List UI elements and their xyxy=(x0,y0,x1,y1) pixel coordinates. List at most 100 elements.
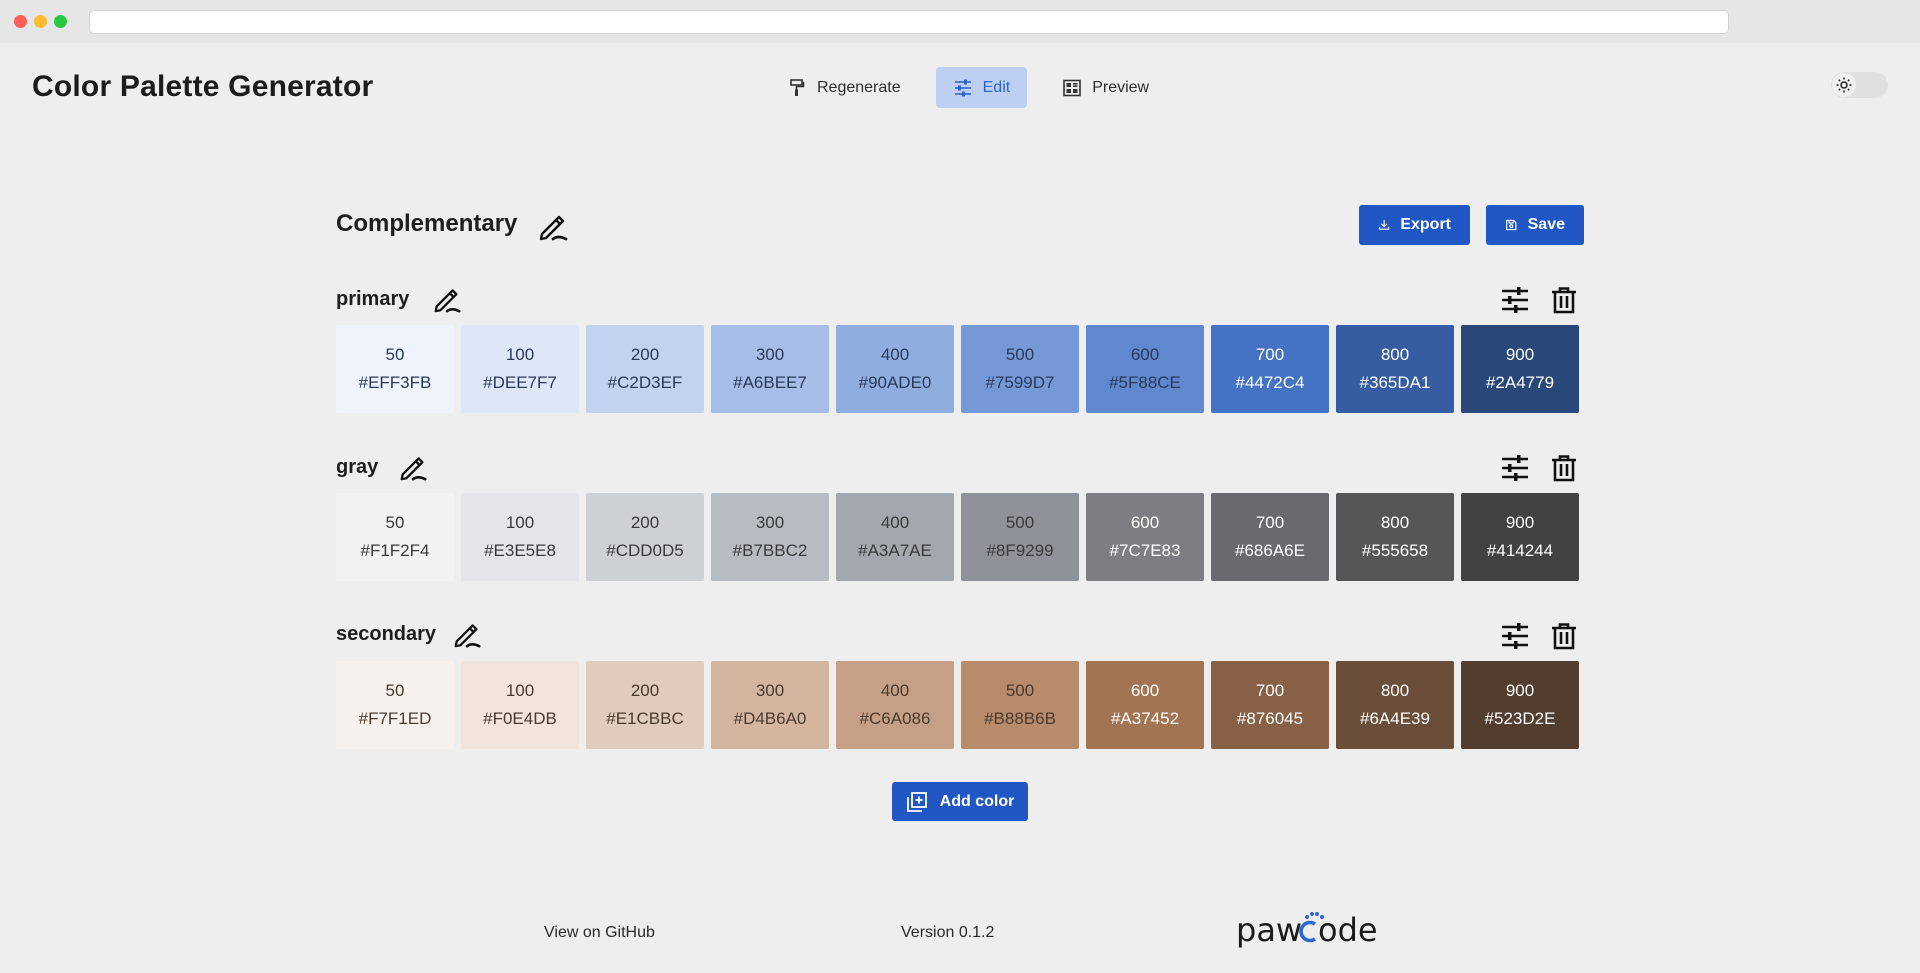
swatch-hex: #B7BBC2 xyxy=(732,541,808,560)
color-swatch[interactable]: 600 #A37452 xyxy=(1086,661,1204,749)
pencil-icon[interactable] xyxy=(397,450,429,482)
preview-label: Preview xyxy=(1092,78,1150,96)
swatch-hex: #876045 xyxy=(1236,709,1304,728)
swatch-hex: #523D2E xyxy=(1484,709,1556,728)
color-swatch[interactable]: 500 #8F9299 xyxy=(961,493,1079,581)
export-button[interactable]: Export xyxy=(1359,205,1470,245)
window-close-button[interactable] xyxy=(14,15,27,28)
color-swatch[interactable]: 800 #555658 xyxy=(1336,493,1454,581)
color-swatch[interactable]: 700 #4472C4 xyxy=(1211,325,1329,413)
main-nav: Regenerate Edit Preview xyxy=(770,67,1166,108)
swatch-hex: #5F88CE xyxy=(1109,373,1181,392)
pawcode-logo: paw ode xyxy=(1236,911,1378,949)
swatch-shade: 100 xyxy=(505,513,535,532)
export-label: Export xyxy=(1400,216,1451,233)
color-swatch[interactable]: 300 #D4B6A0 xyxy=(711,661,829,749)
window-minimize-button[interactable] xyxy=(34,15,47,28)
floppy-disk-icon xyxy=(1506,219,1517,231)
color-swatch[interactable]: 300 #B7BBC2 xyxy=(711,493,829,581)
swatch-hex: #EFF3FB xyxy=(358,373,432,392)
swatch-hex: #A6BEE7 xyxy=(733,373,807,392)
swatch-shade: 800 xyxy=(1380,345,1410,364)
swatch-hex: #F1F2F4 xyxy=(360,541,430,560)
color-swatch[interactable]: 200 #E1CBBC xyxy=(586,661,704,749)
swatch-shade: 100 xyxy=(505,345,535,364)
color-swatch[interactable]: 900 #523D2E xyxy=(1461,661,1579,749)
sliders-icon xyxy=(954,79,971,96)
sun-icon xyxy=(1836,77,1852,93)
pencil-icon[interactable] xyxy=(536,208,570,242)
color-swatch[interactable]: 50 #EFF3FB xyxy=(336,325,454,413)
svg-text:paw: paw xyxy=(1236,911,1302,949)
swatch-row-secondary: 50 #F7F1ED 100 #F0E4DB 200 #E1CBBC 300 #D4B6A0 4… xyxy=(336,661,1584,749)
add-box-icon xyxy=(906,791,927,812)
color-swatch[interactable]: 400 #A3A7AE xyxy=(836,493,954,581)
edit-button[interactable]: Edit xyxy=(935,67,1028,108)
swatch-hex: #B88B6B xyxy=(984,709,1056,728)
download-icon xyxy=(1379,219,1390,230)
color-swatch[interactable]: 200 #C2D3EF xyxy=(586,325,704,413)
color-swatch[interactable]: 400 #C6A086 xyxy=(836,661,954,749)
color-swatch[interactable]: 100 #F0E4DB xyxy=(461,661,579,749)
swatch-shade: 50 xyxy=(385,681,405,700)
color-swatch[interactable]: 700 #686A6E xyxy=(1211,493,1329,581)
color-swatch[interactable]: 100 #E3E5E8 xyxy=(461,493,579,581)
color-swatch[interactable]: 50 #F7F1ED xyxy=(336,661,454,749)
swatch-shade: 500 xyxy=(1005,345,1035,364)
color-swatch[interactable]: 500 #7599D7 xyxy=(961,325,1079,413)
add-color-label: Add color xyxy=(939,792,1015,810)
swatch-hex: #6A4E39 xyxy=(1360,709,1430,728)
github-link[interactable]: View on GitHub xyxy=(544,924,655,942)
swatch-hex: #7C7E83 xyxy=(1109,541,1181,560)
swatch-shade: 900 xyxy=(1505,681,1535,700)
swatch-hex: #D4B6A0 xyxy=(733,709,807,728)
regenerate-button[interactable]: Regenerate xyxy=(770,67,918,108)
color-swatch[interactable]: 100 #DEE7F7 xyxy=(461,325,579,413)
preview-button[interactable]: Preview xyxy=(1045,67,1166,108)
swatch-shade: 400 xyxy=(880,513,910,532)
swatch-hex: #7599D7 xyxy=(985,373,1055,392)
tune-icon[interactable] xyxy=(1500,453,1530,483)
swatch-shade: 800 xyxy=(1380,681,1410,700)
window-maximize-button[interactable] xyxy=(54,15,67,28)
swatch-shade: 700 xyxy=(1255,513,1285,532)
swatch-hex: #C2D3EF xyxy=(607,373,683,392)
color-swatch[interactable]: 600 #7C7E83 xyxy=(1086,493,1204,581)
swatch-hex: #A37452 xyxy=(1110,709,1180,728)
palette-title: Complementary xyxy=(336,210,518,237)
theme-toggle-knob[interactable] xyxy=(1832,73,1856,97)
color-swatch[interactable]: 400 #90ADE0 xyxy=(836,325,954,413)
swatch-shade: 300 xyxy=(755,681,785,700)
save-label: Save xyxy=(1527,216,1565,233)
color-swatch[interactable]: 500 #B88B6B xyxy=(961,661,1079,749)
color-swatch[interactable]: 900 #2A4779 xyxy=(1461,325,1579,413)
color-swatch[interactable]: 600 #5F88CE xyxy=(1086,325,1204,413)
swatch-shade: 500 xyxy=(1005,681,1035,700)
tune-icon[interactable] xyxy=(1500,285,1530,315)
pencil-icon[interactable] xyxy=(431,282,463,314)
color-swatch[interactable]: 800 #6A4E39 xyxy=(1336,661,1454,749)
trash-icon[interactable] xyxy=(1549,453,1579,483)
swatch-shade: 300 xyxy=(755,513,785,532)
trash-icon[interactable] xyxy=(1549,285,1579,315)
color-swatch[interactable]: 200 #CDD0D5 xyxy=(586,493,704,581)
color-swatch[interactable]: 700 #876045 xyxy=(1211,661,1329,749)
color-swatch[interactable]: 800 #365DA1 xyxy=(1336,325,1454,413)
swatch-hex: #8F9299 xyxy=(986,541,1054,560)
swatch-shade: 700 xyxy=(1255,681,1285,700)
save-button[interactable]: Save xyxy=(1486,205,1584,245)
color-swatch[interactable]: 50 #F1F2F4 xyxy=(336,493,454,581)
address-bar[interactable] xyxy=(89,10,1729,34)
swatch-hex: #F0E4DB xyxy=(483,709,557,728)
color-swatch[interactable]: 300 #A6BEE7 xyxy=(711,325,829,413)
trash-icon[interactable] xyxy=(1549,621,1579,651)
version-text: Version 0.1.2 xyxy=(901,924,995,941)
add-color-button[interactable]: Add color xyxy=(892,782,1028,821)
pencil-icon[interactable] xyxy=(451,617,483,649)
swatch-shade: 400 xyxy=(880,345,910,364)
tune-icon[interactable] xyxy=(1500,621,1530,651)
browser-chrome xyxy=(0,0,1920,43)
edit-label: Edit xyxy=(982,78,1011,96)
color-swatch[interactable]: 900 #414244 xyxy=(1461,493,1579,581)
swatch-hex: #686A6E xyxy=(1235,541,1305,560)
